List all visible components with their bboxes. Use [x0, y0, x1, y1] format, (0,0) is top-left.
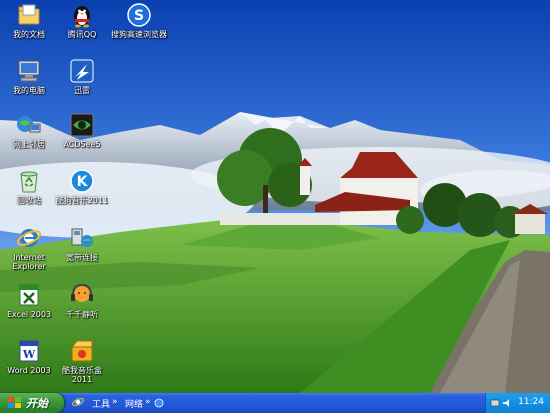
thunder-icon	[69, 58, 95, 84]
toolbar-tools[interactable]: 工具	[92, 397, 110, 410]
desktop-icon-excel[interactable]: Excel 2003	[0, 282, 58, 319]
desktop-icon-label: Internet Explorer	[12, 253, 46, 271]
word-icon: W	[16, 338, 42, 364]
tray-network-icon[interactable]	[490, 398, 500, 408]
desktop-icon-label: 酷狗音乐2011	[55, 196, 109, 205]
desktop-icon-kuwo[interactable]: 酷我音乐盒2011	[53, 338, 111, 384]
svg-text:S: S	[134, 8, 144, 24]
desktop-icon-label: Word 2003	[7, 366, 51, 375]
desktop-icon-recycle-bin[interactable]: 回收站	[0, 168, 58, 205]
desktop-icon-network-neighborhood[interactable]: 网上邻居	[0, 112, 58, 149]
kugou-k-icon: K	[69, 168, 95, 194]
svg-text:K: K	[77, 174, 89, 190]
desktop-icon-label: ACDSee5	[63, 140, 101, 149]
desktop-icon-label: 迅雷	[74, 86, 90, 95]
svg-text:W: W	[22, 348, 36, 361]
tray-volume-icon[interactable]	[502, 398, 512, 408]
music-box-icon	[69, 338, 95, 364]
desktop-icon-label: 搜狗高速浏览器	[111, 30, 167, 39]
toolbar-network-chevron-icon[interactable]: »	[145, 397, 151, 407]
desktop: 我的文档 腾讯QQ S 搜狗高速浏览器 我的电脑 迅雷 网上邻居 ACDSee5…	[0, 0, 550, 393]
desktop-icon-label: 腾讯QQ	[67, 30, 97, 39]
desktop-icon-label: 我的文档	[13, 30, 45, 39]
desktop-icon-internet-explorer[interactable]: Internet Explorer	[0, 225, 58, 271]
desktop-icon-sogou-browser[interactable]: S 搜狗高速浏览器	[109, 2, 169, 39]
ttplayer-icon	[69, 282, 95, 308]
desktop-icon-my-documents[interactable]: 我的文档	[0, 2, 58, 39]
computer-icon	[16, 58, 42, 84]
desktop-icon-xunlei[interactable]: 迅雷	[53, 58, 111, 95]
toolbar-network[interactable]: 网络	[125, 397, 143, 410]
desktop-icon-ttplayer[interactable]: 千千静听	[53, 282, 111, 319]
desktop-icon-label: Excel 2003	[6, 310, 52, 319]
desktop-icon-label: 千千静听	[66, 310, 98, 319]
qq-penguin-icon	[69, 2, 95, 28]
desktop-icon-qq[interactable]: 腾讯QQ	[53, 2, 111, 39]
desktop-icon-broadband[interactable]: 宽带连接	[53, 225, 111, 262]
taskbar: 开始 工具 » 网络 » 11:24	[0, 393, 550, 413]
start-label: 开始	[26, 397, 48, 410]
network-icon	[16, 112, 42, 138]
desktop-icon-acdsee[interactable]: ACDSee5	[53, 112, 111, 149]
start-button[interactable]: 开始	[0, 393, 64, 413]
desktop-icon-label: 宽带连接	[66, 253, 98, 262]
desktop-icon-label: 我的电脑	[13, 86, 45, 95]
folder-icon	[16, 2, 42, 28]
eye-icon	[69, 112, 95, 138]
toolbar-tools-chevron-icon[interactable]: »	[112, 397, 118, 407]
desktop-icon-word[interactable]: W Word 2003	[0, 338, 58, 375]
desktop-icon-kugou[interactable]: K 酷狗音乐2011	[53, 168, 111, 205]
clock[interactable]: 11:24	[518, 397, 544, 407]
ie-quicklaunch-icon[interactable]	[72, 396, 84, 408]
network-status-icon[interactable]	[154, 398, 164, 408]
excel-icon	[16, 282, 42, 308]
desktop-icon-my-computer[interactable]: 我的电脑	[0, 58, 58, 95]
windows-flag-icon	[8, 397, 21, 408]
system-tray: 11:24	[485, 393, 550, 413]
sogou-s-icon: S	[126, 2, 152, 28]
broadband-icon	[69, 225, 95, 251]
desktop-icon-label: 酷我音乐盒2011	[62, 366, 102, 384]
recycle-bin-icon	[16, 168, 42, 194]
desktop-icon-label: 网上邻居	[13, 140, 45, 149]
ie-icon	[16, 225, 42, 251]
desktop-icon-label: 回收站	[17, 196, 41, 205]
